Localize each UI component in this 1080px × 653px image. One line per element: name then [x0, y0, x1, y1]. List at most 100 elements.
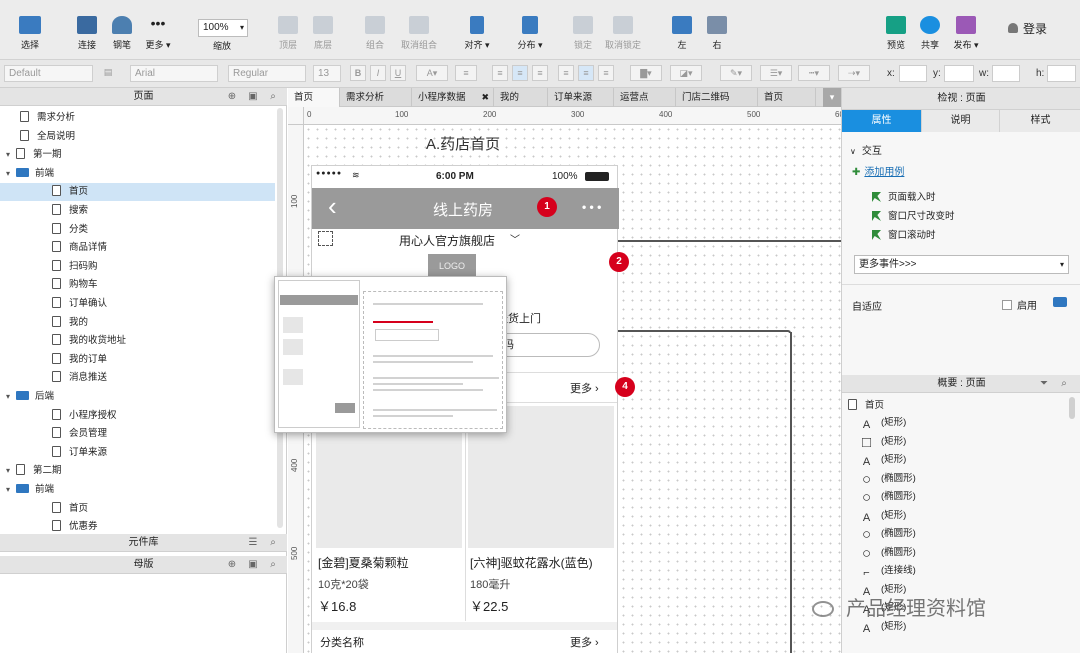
format-painter-icon[interactable]: ▤	[100, 65, 116, 81]
list-icon[interactable]: ≡	[455, 65, 477, 81]
page-tree-folder[interactable]: ▾ 前端	[0, 165, 275, 183]
align-button[interactable]: 对齐 ▾	[462, 0, 492, 60]
add-folder-icon[interactable]: ▣	[247, 559, 259, 570]
category-more-link[interactable]: 更多 ›	[570, 634, 599, 650]
outline-item[interactable]: A (矩形)	[842, 451, 1067, 470]
page-tree-folder[interactable]: ▾ 前端	[0, 481, 275, 499]
align-left-button[interactable]: 左	[671, 0, 693, 60]
line-color-icon[interactable]: ✎▾	[720, 65, 752, 81]
select-tool[interactable]: 选择	[12, 0, 48, 60]
connector-tool[interactable]: 连接	[72, 0, 102, 60]
menu-icon[interactable]: ☰	[247, 537, 259, 548]
outline-item[interactable]: ○ (椭圆形)	[842, 470, 1067, 489]
page-tree-item[interactable]: 搜索	[0, 202, 275, 220]
page-preview-popup[interactable]	[274, 276, 507, 433]
y-input[interactable]	[944, 65, 974, 82]
font-family-select[interactable]: Arial	[130, 65, 218, 82]
page-tree-item[interactable]: 我的订单	[0, 351, 275, 369]
enable-checkbox[interactable]: 启用	[1002, 297, 1037, 312]
search-icon[interactable]: ⌕	[267, 91, 279, 102]
ungroup-button[interactable]: 取消组合	[398, 0, 440, 60]
outline-item[interactable]: □ (矩形)	[842, 433, 1067, 452]
page-tree-folder[interactable]: ▾ 第一期	[0, 146, 275, 164]
connector-line[interactable]	[618, 330, 791, 333]
product-card[interactable]: [六神]驱蚊花露水(蓝色) 180毫升 ￥22.5	[468, 550, 614, 620]
outline-item[interactable]: ○ (椭圆形)	[842, 488, 1067, 507]
page-tree-item[interactable]: 首页	[0, 183, 275, 202]
add-folder-icon[interactable]: ▣	[247, 91, 259, 102]
page-tab[interactable]: 首页	[288, 88, 340, 107]
store-row[interactable]: 用心人官方旗舰店 ﹀	[312, 229, 617, 249]
more-events-select[interactable]: 更多事件>>> ▾	[854, 255, 1069, 274]
add-page-icon[interactable]: ⊕	[226, 91, 238, 102]
connector-line[interactable]	[618, 240, 841, 242]
lock-button[interactable]: 锁定	[570, 0, 596, 60]
font-size-select[interactable]: 13	[313, 65, 341, 82]
zoom-select[interactable]: 100% ▾	[198, 19, 248, 37]
line-width-icon[interactable]: ☰▾	[760, 65, 792, 81]
font-weight-select[interactable]: Regular	[228, 65, 306, 82]
search-icon[interactable]: ⌕	[267, 559, 279, 570]
align-right-button[interactable]: 右	[706, 0, 728, 60]
italic-icon[interactable]: I	[370, 65, 386, 81]
shadow-icon[interactable]: ◪▾	[670, 65, 702, 81]
close-icon[interactable]: ✖	[481, 88, 489, 107]
text-align-center-icon[interactable]: ≡	[512, 65, 528, 81]
page-tree-item[interactable]: 订单来源	[0, 444, 275, 462]
line-style-icon[interactable]: ┅▾	[798, 65, 830, 81]
connector-line[interactable]	[790, 332, 792, 653]
page-tree-item[interactable]: 我的收货地址	[0, 332, 275, 350]
tabs-overflow-button[interactable]: ▾	[823, 88, 841, 107]
page-tab[interactable]: 订单来源	[548, 88, 614, 107]
page-tree-item[interactable]: 订单确认	[0, 295, 275, 313]
chevron-down-icon[interactable]: ▾	[6, 462, 16, 480]
scan-icon[interactable]	[318, 231, 333, 246]
page-tree-item[interactable]: 消息推送	[0, 369, 275, 387]
page-tab[interactable]: 需求分析	[340, 88, 412, 107]
page-tree-folder[interactable]: ▾ 后端	[0, 388, 275, 406]
bring-front-button[interactable]: 顶层	[276, 0, 300, 60]
chevron-down-icon[interactable]: ▾	[6, 388, 16, 406]
page-tree-item[interactable]: 商品详情	[0, 239, 275, 257]
arrow-style-icon[interactable]: ⇢▾	[838, 65, 870, 81]
distribute-button[interactable]: 分布 ▾	[515, 0, 545, 60]
page-tab[interactable]: 门店二维码	[676, 88, 758, 107]
style-select[interactable]: Default	[4, 65, 93, 82]
event-page-load[interactable]: 页面载入时	[872, 189, 936, 203]
text-align-left-icon[interactable]: ≡	[492, 65, 508, 81]
search-icon[interactable]: ⌕	[1058, 378, 1070, 389]
bold-icon[interactable]: B	[350, 65, 366, 81]
more-link[interactable]: 更多 ›	[570, 380, 599, 396]
annotation-marker[interactable]: 2	[609, 252, 629, 272]
tab-properties[interactable]: 属性	[842, 110, 922, 132]
chevron-down-icon[interactable]: ▾	[6, 146, 16, 164]
event-window-resize[interactable]: 窗口尺寸改变时	[872, 208, 955, 222]
valign-top-icon[interactable]: ≡	[558, 65, 574, 81]
page-tree-item[interactable]: 会员管理	[0, 425, 275, 443]
unlock-button[interactable]: 取消锁定	[603, 0, 643, 60]
text-color-icon[interactable]: A▾	[416, 65, 448, 81]
more-tools-button[interactable]: ••• 更多 ▾	[141, 0, 175, 60]
valign-bottom-icon[interactable]: ≡	[598, 65, 614, 81]
fill-color-icon[interactable]: ▇▾	[630, 65, 662, 81]
tab-style[interactable]: 样式	[1000, 110, 1080, 132]
page-tree-item[interactable]: 我的	[0, 314, 275, 332]
adaptive-settings-icon[interactable]	[1053, 297, 1067, 307]
group-button[interactable]: 组合	[362, 0, 388, 60]
share-button[interactable]: 共享	[918, 0, 942, 60]
h-input[interactable]	[1047, 65, 1076, 82]
page-tree-item[interactable]: 首页	[0, 500, 275, 518]
outline-item[interactable]: ⌐ (连接线)	[842, 562, 1067, 581]
login-button[interactable]: 登录	[1008, 20, 1047, 37]
filter-icon[interactable]: ⏷	[1038, 378, 1050, 389]
page-tab[interactable]: 运营点	[614, 88, 676, 107]
more-icon[interactable]: • • •	[582, 200, 601, 214]
add-case-link[interactable]: ✚ 添加用例	[852, 163, 904, 178]
send-back-button[interactable]: 底层	[311, 0, 335, 60]
product-card[interactable]: [金碧]夏桑菊颗粒 10克*20袋 ￥16.8	[316, 550, 462, 620]
publish-button[interactable]: 发布 ▾	[951, 0, 981, 60]
underline-icon[interactable]: U	[390, 65, 406, 81]
interaction-section[interactable]: ∨ 交互	[850, 142, 882, 157]
page-tab[interactable]: 首页	[758, 88, 816, 107]
add-master-icon[interactable]: ⊕	[226, 559, 238, 570]
